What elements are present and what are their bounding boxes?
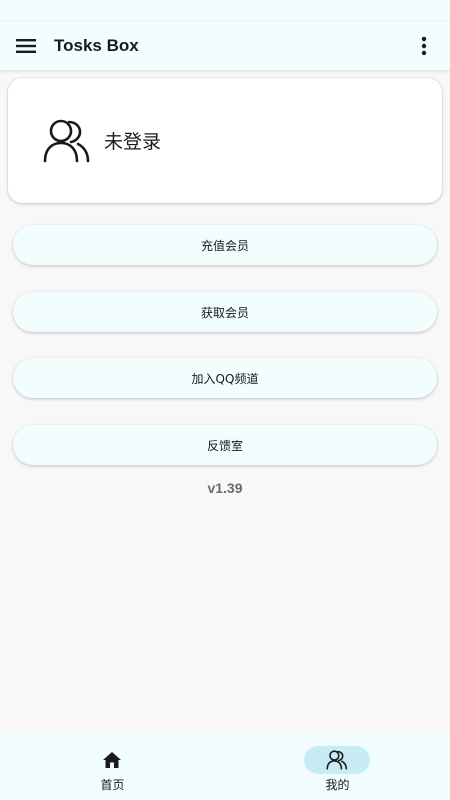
status-bar [0,0,450,22]
bottom-navigation: 首页 我的 [0,733,450,800]
profile-card[interactable]: 未登录 [8,78,442,203]
nav-active-indicator [304,746,370,774]
more-options-button[interactable] [411,33,437,59]
app-title: Tosks Box [54,36,139,55]
recharge-membership-button[interactable]: 充值会员 [13,225,437,265]
nav-label-home: 首页 [100,778,125,792]
version-label: v1.39 [207,480,243,496]
nav-item-home[interactable]: 首页 [0,733,225,800]
login-status: 未登录 [104,131,162,153]
more-vert-icon [421,36,427,56]
nav-icon-container [79,746,145,774]
avatar [42,116,92,166]
home-icon [103,752,121,768]
people-outline-icon [326,750,348,770]
feedback-room-button[interactable]: 反馈室 [13,425,437,465]
nav-label-mine: 我的 [325,778,350,792]
top-app-bar: Tosks Box [0,22,450,70]
people-outline-icon [43,119,90,162]
nav-item-mine[interactable]: 我的 [225,733,450,800]
join-qq-channel-button[interactable]: 加入QQ频道 [13,358,437,398]
get-membership-button[interactable]: 获取会员 [13,292,437,332]
menu-button[interactable] [13,33,39,59]
hamburger-menu-icon [16,39,36,53]
